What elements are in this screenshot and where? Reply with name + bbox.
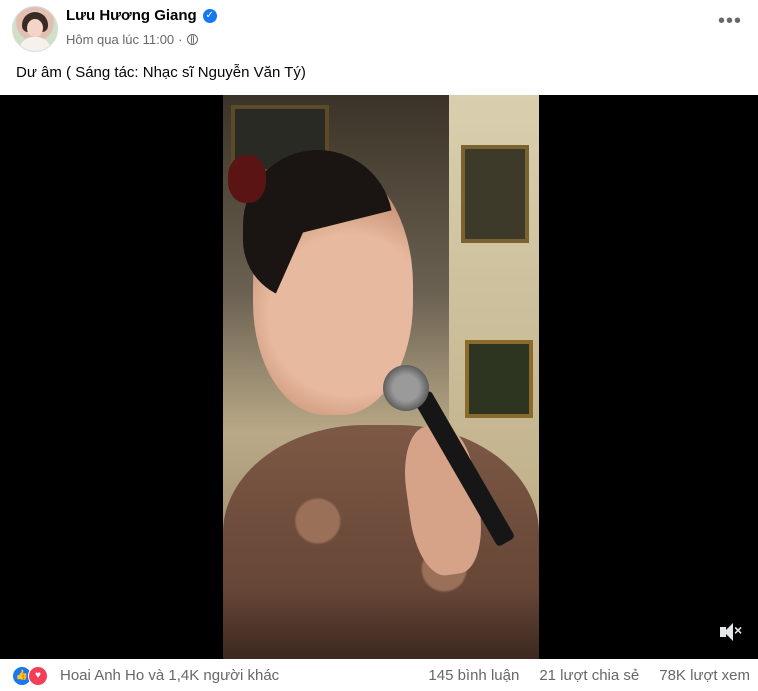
post-meta: Hôm qua lúc 11:00 · — [66, 32, 198, 47]
avatar[interactable] — [12, 6, 58, 52]
volume-muted-icon[interactable]: × — [718, 621, 744, 643]
views-count: 78K lượt xem — [659, 667, 750, 684]
reactions-summary[interactable]: Hoai Anh Ho và 1,4K người khác — [60, 667, 279, 684]
post-footer: 👍 ♥ Hoai Anh Ho và 1,4K người khác 145 b… — [0, 659, 758, 691]
post-timestamp[interactable]: Hôm qua lúc 11:00 — [66, 32, 174, 47]
video-controls — [0, 589, 758, 659]
video-player[interactable]: × — [0, 95, 758, 659]
love-reaction-icon: ♥ — [28, 666, 48, 686]
reaction-icons[interactable]: 👍 ♥ — [12, 666, 56, 686]
post-text: Dư âm ( Sáng tác: Nhạc sĩ Nguyễn Văn Tý) — [16, 64, 306, 81]
verified-badge-icon: ✓ — [202, 8, 217, 23]
video-frame — [223, 95, 539, 659]
more-options-icon[interactable]: ••• — [718, 10, 742, 33]
author-row: Lưu Hương Giang ✓ — [66, 7, 217, 24]
post-stats: 145 bình luận 21 lượt chia sẻ 78K lượt x… — [428, 667, 750, 684]
comments-count[interactable]: 145 bình luận — [428, 667, 519, 684]
shares-count[interactable]: 21 lượt chia sẻ — [539, 667, 639, 684]
globe-icon — [186, 34, 198, 45]
author-name[interactable]: Lưu Hương Giang — [66, 7, 197, 24]
post-header: Lưu Hương Giang ✓ Hôm qua lúc 11:00 · ••… — [0, 0, 758, 58]
